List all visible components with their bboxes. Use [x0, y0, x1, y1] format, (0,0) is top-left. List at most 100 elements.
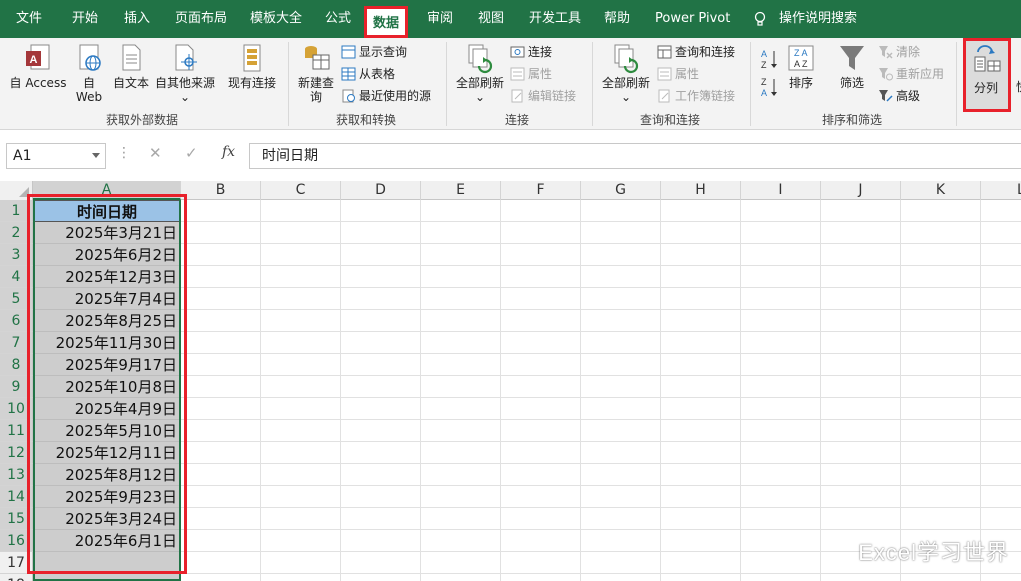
reapply-filter-button[interactable]: 重新应用: [876, 64, 944, 84]
formula-input[interactable]: 时间日期: [249, 143, 1021, 169]
text-file-icon: [122, 44, 141, 71]
date-cell[interactable]: 2025年7月4日: [33, 288, 181, 310]
flash-fill-button[interactable]: 快: [1016, 78, 1021, 95]
show-queries-button[interactable]: 显示查询: [339, 42, 407, 62]
menu-developer[interactable]: 开发工具: [529, 0, 581, 38]
column-header-j[interactable]: J: [821, 181, 901, 200]
row-header[interactable]: 5: [0, 288, 33, 310]
from-table-button[interactable]: 从表格: [339, 64, 395, 84]
column-header-e[interactable]: E: [421, 181, 501, 200]
chevron-down-icon[interactable]: [92, 153, 100, 158]
queries-and-connections-button[interactable]: 查询和连接: [655, 42, 735, 62]
date-cell[interactable]: 2025年9月23日: [33, 486, 181, 508]
menu-formulas[interactable]: 公式: [325, 0, 351, 38]
row-header[interactable]: 14: [0, 486, 33, 508]
name-box[interactable]: A1: [6, 143, 106, 169]
row-header[interactable]: 8: [0, 354, 33, 376]
row-header[interactable]: 17: [0, 552, 33, 574]
row-header[interactable]: 12: [0, 442, 33, 464]
menu-review[interactable]: 审阅: [427, 0, 453, 38]
column-header-i[interactable]: I: [741, 181, 821, 200]
menu-view[interactable]: 视图: [478, 0, 504, 38]
group-label-sort-filter: 排序和筛选: [822, 113, 883, 127]
date-cell[interactable]: 2025年5月10日: [33, 420, 181, 442]
date-cell[interactable]: 2025年6月1日: [33, 530, 181, 552]
date-cell[interactable]: 2025年6月2日: [33, 244, 181, 266]
column-header-d[interactable]: D: [341, 181, 421, 200]
menu-tell-me-search[interactable]: 操作说明搜索: [779, 0, 857, 38]
clear-filter-button[interactable]: 清除: [876, 42, 920, 62]
connections-button[interactable]: 连接: [508, 42, 552, 62]
select-all-corner[interactable]: [0, 181, 33, 200]
from-text-button[interactable]: 自文本: [111, 40, 151, 90]
sort-button[interactable]: Z A A Z 排序: [784, 40, 818, 90]
properties-button[interactable]: 属性: [508, 64, 552, 84]
from-access-button[interactable]: A 自 Access: [8, 40, 68, 90]
row-header[interactable]: 4: [0, 266, 33, 288]
from-web-button[interactable]: 自 Web: [72, 40, 106, 104]
insert-function-button[interactable]: fx: [222, 144, 235, 160]
header-cell-a1[interactable]: 时间日期: [33, 200, 181, 222]
menu-page-layout[interactable]: 页面布局: [175, 0, 227, 38]
new-query-button[interactable]: 新建查 询: [294, 40, 338, 104]
menu-templates[interactable]: 模板大全: [250, 0, 302, 38]
column-header-l[interactable]: L: [981, 181, 1021, 200]
cell-area[interactable]: 时间日期 2025年3月21日 2025年6月2日 2025年12月3日 2025年7月…: [33, 200, 1021, 581]
row-header[interactable]: 13: [0, 464, 33, 486]
date-cell[interactable]: 2025年3月21日: [33, 222, 181, 244]
query-properties-button[interactable]: 属性: [655, 64, 699, 84]
row-header[interactable]: 15: [0, 508, 33, 530]
menu-power-pivot[interactable]: Power Pivot: [655, 0, 730, 38]
column-header-h[interactable]: H: [661, 181, 741, 200]
row-header[interactable]: 7: [0, 332, 33, 354]
sort-ascending-icon[interactable]: A Z: [760, 48, 780, 70]
advanced-filter-button[interactable]: 高级: [876, 86, 920, 106]
menu-home[interactable]: 开始: [72, 0, 98, 38]
date-cell[interactable]: 2025年9月17日: [33, 354, 181, 376]
column-header-b[interactable]: B: [181, 181, 261, 200]
row-header[interactable]: 9: [0, 376, 33, 398]
column-header-g[interactable]: G: [581, 181, 661, 200]
cancel-icon[interactable]: ✕: [149, 144, 162, 162]
existing-connections-button[interactable]: 现有连接: [224, 40, 280, 90]
menu-data[interactable]: 数据: [364, 6, 409, 38]
edit-links-button[interactable]: 编辑链接: [508, 86, 576, 106]
formula-bar: A1 ⋮ ✕ ✓ fx 时间日期: [0, 131, 1021, 181]
date-cell[interactable]: 2025年8月25日: [33, 310, 181, 332]
from-other-sources-button[interactable]: 自其他来源 ⌄: [153, 40, 217, 104]
menu-file[interactable]: 文件: [16, 0, 42, 38]
group-separator: [750, 42, 751, 126]
group-separator: [956, 42, 957, 126]
menu-help[interactable]: 帮助: [604, 0, 630, 38]
properties-icon: [510, 67, 525, 81]
date-cell[interactable]: 2025年11月30日: [33, 332, 181, 354]
date-cell[interactable]: 2025年4月9日: [33, 398, 181, 420]
column-header-k[interactable]: K: [901, 181, 981, 200]
date-cell[interactable]: 2025年8月12日: [33, 464, 181, 486]
row-header[interactable]: 6: [0, 310, 33, 332]
date-cell[interactable]: 2025年10月8日: [33, 376, 181, 398]
row-header[interactable]: 10: [0, 398, 33, 420]
refresh-all-queries-button[interactable]: 全部刷新 ⌄: [598, 40, 654, 104]
row-header[interactable]: 3: [0, 244, 33, 266]
recent-sources-button[interactable]: 最近使用的源: [339, 86, 431, 106]
enter-check-icon[interactable]: ✓: [185, 144, 198, 162]
group-separator: [446, 42, 447, 126]
row-header[interactable]: 1: [0, 200, 33, 222]
text-to-columns-button[interactable]: 分列: [963, 38, 1011, 112]
date-cell[interactable]: 2025年3月24日: [33, 508, 181, 530]
column-header-f[interactable]: F: [501, 181, 581, 200]
filter-button[interactable]: 筛选: [835, 40, 869, 90]
menu-insert[interactable]: 插入: [124, 0, 150, 38]
refresh-all-button[interactable]: 全部刷新 ⌄: [452, 40, 508, 104]
row-header[interactable]: 18: [0, 574, 33, 581]
column-header-a[interactable]: A: [33, 181, 181, 200]
workbook-links-button[interactable]: 工作簿链接: [655, 86, 735, 106]
row-header[interactable]: 11: [0, 420, 33, 442]
sort-descending-icon[interactable]: Z A: [760, 76, 780, 98]
row-header[interactable]: 16: [0, 530, 33, 552]
date-cell[interactable]: 2025年12月3日: [33, 266, 181, 288]
row-header[interactable]: 2: [0, 222, 33, 244]
date-cell[interactable]: 2025年12月11日: [33, 442, 181, 464]
column-header-c[interactable]: C: [261, 181, 341, 200]
